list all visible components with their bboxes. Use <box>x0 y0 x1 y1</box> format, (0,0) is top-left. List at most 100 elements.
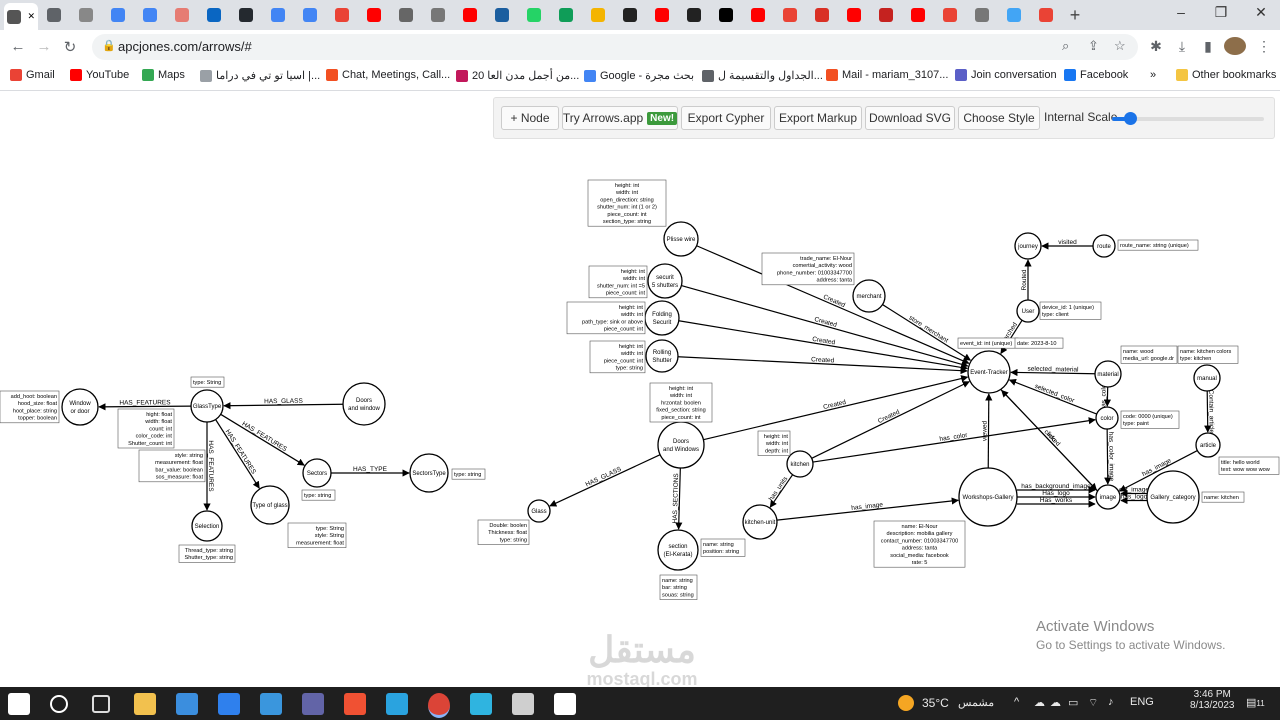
graph-node[interactable]: Doors and window <box>342 382 386 426</box>
tab[interactable] <box>456 3 484 27</box>
graph-node[interactable]: Selection <box>191 510 223 542</box>
bookmark-item[interactable]: Gmail <box>10 69 55 81</box>
tab[interactable] <box>712 3 740 27</box>
bookmark-item[interactable]: Maps <box>142 69 185 81</box>
teams-icon[interactable] <box>302 693 324 715</box>
git-icon[interactable] <box>344 693 366 715</box>
graph-node[interactable]: Gallery_category <box>1146 470 1200 524</box>
graph-edge[interactable]: cat_image <box>1119 487 1149 498</box>
tray-chevron-icon[interactable]: ^ <box>1014 696 1019 708</box>
tray-battery-icon[interactable]: ▭ <box>1068 696 1078 709</box>
graph-node[interactable]: securit 5 shutters <box>647 263 683 299</box>
graph-node[interactable]: Plisse wire <box>663 221 699 257</box>
graph-node[interactable]: section (El-Kerata) <box>657 529 699 571</box>
graph-node[interactable]: User <box>1016 299 1040 323</box>
graph-edge[interactable]: has_image <box>776 497 959 521</box>
graph-node[interactable]: GlassType <box>190 389 224 423</box>
graph-edge[interactable]: selected_color <box>1008 378 1097 415</box>
graph-node[interactable]: article <box>1195 432 1221 458</box>
graph-node[interactable]: route <box>1092 234 1116 258</box>
tray-onedrive-icon[interactable]: ☁ <box>1050 696 1061 709</box>
tab[interactable] <box>232 3 260 27</box>
graph-edge[interactable]: Routed <box>1021 259 1032 300</box>
tab[interactable] <box>680 3 708 27</box>
graph-edge[interactable]: HAS_GLASS <box>223 398 344 410</box>
graph-node[interactable]: Folding Securit <box>644 300 680 336</box>
notion-icon[interactable] <box>554 693 576 715</box>
graph-edge[interactable]: viewed <box>981 393 993 469</box>
other-bookmarks[interactable]: Other bookmarks <box>1176 69 1276 81</box>
graph-node[interactable]: Window or door <box>61 388 99 426</box>
graph-edge[interactable]: has_color_image <box>1104 428 1115 485</box>
tray-wifi-icon[interactable]: ⌔ <box>1088 696 1098 710</box>
back-icon[interactable]: ← <box>8 38 28 55</box>
zoom-icon[interactable]: ⌕ <box>1062 38 1069 54</box>
weather-temp[interactable]: 35°C <box>922 696 949 710</box>
tab[interactable] <box>648 3 676 27</box>
graph-node[interactable]: Rolling Shutter <box>645 339 679 373</box>
bookmark-item[interactable]: Facebook <box>1064 69 1128 81</box>
new-tab-button[interactable]: + <box>1064 4 1086 26</box>
mail-icon[interactable] <box>260 693 282 715</box>
tab[interactable] <box>1000 3 1028 27</box>
share-icon[interactable]: ⇪ <box>1088 38 1099 54</box>
store-icon[interactable] <box>176 693 198 715</box>
graph-node[interactable]: Workshops-Gallery <box>958 467 1018 527</box>
file-explorer-icon[interactable] <box>134 693 156 715</box>
tab[interactable] <box>296 3 324 27</box>
bookmark-item[interactable]: 20 من أجمل مدن العا... <box>456 69 579 82</box>
graph-node[interactable]: Event-Tracker <box>967 350 1011 394</box>
graph-canvas[interactable]: HAS_FEATURES HAS_GLASS HAS_FEATURES HAS_TYP… <box>0 91 1280 687</box>
graph-node[interactable]: Type of glass <box>250 485 290 525</box>
graph-node[interactable]: color <box>1095 406 1119 430</box>
graph-edge[interactable]: HAS_FEATURES <box>98 399 192 411</box>
tray-language[interactable]: ENG <box>1130 696 1154 708</box>
graph-edge[interactable]: Created <box>677 356 968 375</box>
graph-node[interactable]: Glass <box>527 499 551 523</box>
tab[interactable] <box>392 3 420 27</box>
graph-edge[interactable]: visited <box>1041 239 1093 250</box>
tray-clock[interactable]: 3:46 PM 8/13/2023 <box>1190 689 1235 711</box>
download-icon[interactable]: ⤓ <box>1172 38 1192 55</box>
vscode-icon[interactable] <box>218 693 240 715</box>
tab[interactable] <box>744 3 772 27</box>
tab[interactable] <box>808 3 836 27</box>
graph-edge[interactable]: Has_logo <box>1017 490 1096 501</box>
tab[interactable] <box>936 3 964 27</box>
bookmark-item[interactable]: YouTube <box>70 69 129 81</box>
tab[interactable] <box>584 3 612 27</box>
menu-icon[interactable]: ⋮ <box>1254 38 1274 55</box>
forward-icon[interactable]: → <box>34 38 54 55</box>
tray-cloud-icon[interactable]: ☁ <box>1034 696 1045 709</box>
search-icon[interactable] <box>50 695 68 713</box>
graph-edge[interactable]: Created <box>811 381 970 459</box>
profile-avatar[interactable] <box>1224 37 1246 55</box>
windows-start-icon[interactable] <box>8 693 30 715</box>
graph-node[interactable]: SectorsType <box>409 453 449 493</box>
tab[interactable] <box>168 3 196 27</box>
graph-edge[interactable]: HAS_GLASS <box>549 454 661 507</box>
edge-icon[interactable] <box>470 693 492 715</box>
restore-button[interactable]: ❐ <box>1208 4 1234 21</box>
graph-node[interactable]: material <box>1094 360 1122 388</box>
weather-text[interactable]: مشمس <box>958 696 994 709</box>
graph-edge[interactable]: selected_material <box>1010 366 1096 377</box>
graph-edge[interactable]: has_logo <box>1120 494 1148 505</box>
side-panel-icon[interactable]: ▮ <box>1198 38 1218 55</box>
tab[interactable] <box>360 3 388 27</box>
tab-active[interactable]: A✕ <box>4 3 38 30</box>
bookmarks-more[interactable]: » <box>1150 69 1156 81</box>
tab[interactable] <box>328 3 356 27</box>
graph-edge[interactable]: has_background_image <box>1017 483 1096 494</box>
tab[interactable] <box>616 3 644 27</box>
tab[interactable] <box>424 3 452 27</box>
tab[interactable] <box>264 3 292 27</box>
graph-node[interactable]: merchant <box>852 279 886 313</box>
telegram-icon[interactable] <box>386 693 408 715</box>
database-icon[interactable] <box>512 693 534 715</box>
graph-node[interactable]: Doors and Windows <box>657 421 705 469</box>
bookmark-item[interactable]: Google - بحث مجرة <box>584 69 694 82</box>
graph-edge[interactable]: HAS_SECTIONS <box>672 467 683 530</box>
graph-edge[interactable]: Created <box>703 375 969 441</box>
graph-edge[interactable]: HAS_TYPE <box>331 466 410 477</box>
